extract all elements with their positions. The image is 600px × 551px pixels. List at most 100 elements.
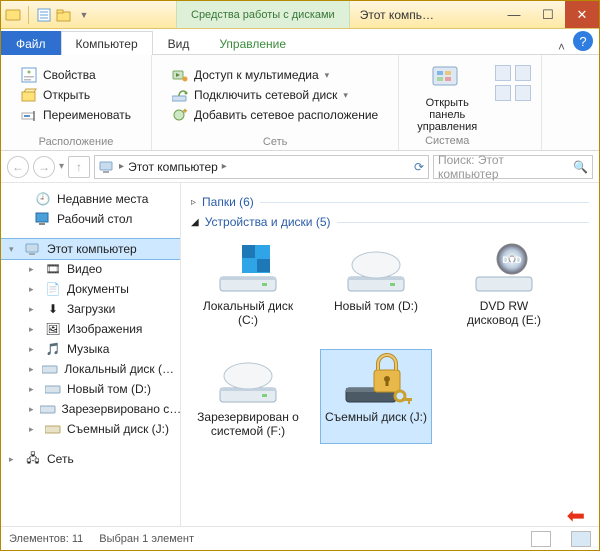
up-button[interactable]: ↑ xyxy=(68,156,90,178)
drive-label: Зарезервирован о системой (F:) xyxy=(197,410,299,439)
properties-icon[interactable] xyxy=(36,7,52,23)
nav-removable-j[interactable]: ▸ Съемный диск (J:) xyxy=(1,419,180,439)
expand-icon[interactable]: ▸ xyxy=(29,424,39,435)
group-devices[interactable]: ◢ Устройства и диски (5) xyxy=(191,215,589,229)
expand-icon[interactable]: ▸ xyxy=(29,404,34,415)
search-icon: 🔍 xyxy=(573,160,588,174)
expand-icon[interactable]: ▸ xyxy=(29,284,39,295)
properties-button[interactable]: Свойства xyxy=(19,65,133,85)
nav-videos[interactable]: ▸🎞 Видео xyxy=(1,259,180,279)
breadcrumb-thispc[interactable]: Этот компьютер ▸ xyxy=(128,160,227,174)
back-button[interactable]: ← xyxy=(7,156,29,178)
nav-new-vol-d[interactable]: ▸ Новый том (D:) xyxy=(1,379,180,399)
add-location-icon xyxy=(172,107,188,123)
map-drive-label: Подключить сетевой диск xyxy=(194,88,337,102)
nav-local-c[interactable]: ▸ Локальный диск (… xyxy=(1,359,180,379)
breadcrumb-label: Этот компьютер xyxy=(128,160,218,174)
nav-recent[interactable]: 🕘 Недавние места xyxy=(1,189,180,209)
help-button[interactable]: ? xyxy=(573,31,593,51)
minimize-button[interactable]: — xyxy=(497,1,531,28)
hdd-icon xyxy=(340,243,412,295)
drive-new-d[interactable]: Новый том (D:) xyxy=(321,239,431,332)
tab-file[interactable]: Файл xyxy=(1,31,61,55)
drive-label: Локальный диск (C:) xyxy=(197,299,299,328)
nav-downloads[interactable]: ▸⬇ Загрузки xyxy=(1,299,180,319)
breadcrumb-root[interactable]: ▸ xyxy=(119,161,124,172)
hdd-icon xyxy=(212,354,284,406)
recent-dropdown-icon[interactable]: ▾ xyxy=(59,161,64,172)
expand-icon[interactable]: ▾ xyxy=(9,244,19,255)
view-icons-button[interactable] xyxy=(571,531,591,547)
expand-icon[interactable]: ▸ xyxy=(29,364,36,375)
maximize-button[interactable]: ☐ xyxy=(531,1,565,28)
hdd-icon xyxy=(212,243,284,295)
map-drive-button[interactable]: Подключить сетевой диск ▾ xyxy=(170,85,380,105)
downloads-icon: ⬇ xyxy=(45,301,61,317)
expand-icon[interactable]: ▸ xyxy=(29,344,39,355)
qat-dropdown-icon[interactable]: ▼ xyxy=(76,7,92,23)
nav-reserved[interactable]: ▸ Зарезервировано с… xyxy=(1,399,180,419)
nav-documents[interactable]: ▸📄 Документы xyxy=(1,279,180,299)
expand-icon[interactable]: ▸ xyxy=(29,304,39,315)
drive-icon xyxy=(40,401,56,417)
search-input[interactable]: Поиск: Этот компьютер 🔍 xyxy=(433,155,593,179)
drive-local-c[interactable]: Локальный диск (C:) xyxy=(193,239,303,332)
nav-label: Съемный диск (J:) xyxy=(67,422,169,436)
refresh-icon[interactable]: ⟳ xyxy=(414,160,424,174)
new-folder-icon[interactable] xyxy=(56,7,72,23)
expand-icon: ◢ xyxy=(191,217,199,228)
expand-icon[interactable]: ▸ xyxy=(29,384,39,395)
address-bar[interactable]: ▸ Этот компьютер ▸ ⟳ xyxy=(94,155,429,179)
nav-network[interactable]: ▸🖧 Сеть xyxy=(1,449,180,469)
drive-reserved-f[interactable]: Зарезервирован о системой (F:) xyxy=(193,350,303,443)
pictures-icon: 🖼 xyxy=(45,321,61,337)
tab-computer[interactable]: Компьютер xyxy=(61,31,153,55)
expand-icon[interactable]: ▸ xyxy=(9,454,19,465)
media-access-button[interactable]: Доступ к мультимедиа ▾ xyxy=(170,65,380,85)
nav-pictures[interactable]: ▸🖼 Изображения xyxy=(1,319,180,339)
drive-icon xyxy=(42,361,58,377)
nav-label: Видео xyxy=(67,262,102,276)
close-button[interactable]: ✕ xyxy=(565,1,599,28)
nav-label: Новый том (D:) xyxy=(67,382,151,396)
nav-label: Сеть xyxy=(47,452,74,466)
pc-icon xyxy=(25,241,41,257)
control-panel-button[interactable]: Открыть панель управления xyxy=(407,63,487,133)
forward-button[interactable]: → xyxy=(33,156,55,178)
expand-icon[interactable]: ▸ xyxy=(29,324,39,335)
extra-icon[interactable] xyxy=(515,85,531,101)
content-pane: ▹ Папки (6) ◢ Устройства и диски (5) xyxy=(181,183,599,526)
expand-icon[interactable]: ▸ xyxy=(29,264,39,275)
control-panel-icon xyxy=(431,63,463,95)
desktop-icon xyxy=(35,211,51,227)
drives-grid: Локальный диск (C:) Новый том (D:) xyxy=(191,233,589,447)
rename-icon xyxy=(21,107,37,123)
ribbon-collapse-icon[interactable]: ˄ xyxy=(552,40,571,54)
tab-view[interactable]: Вид xyxy=(153,31,205,55)
contextual-tab-label: Средства работы с дисками xyxy=(176,1,350,28)
uninstall-icon[interactable] xyxy=(495,65,511,81)
tab-manage[interactable]: Управление xyxy=(204,31,301,55)
status-bar: Элементов: 11 Выбран 1 элемент xyxy=(1,526,599,550)
nav-label: Музыка xyxy=(67,342,109,356)
drive-removable-j[interactable]: Съемный диск (J:) xyxy=(321,350,431,443)
nav-this-pc[interactable]: ▾ Этот компьютер xyxy=(1,239,180,259)
add-net-location-button[interactable]: Добавить сетевое расположение xyxy=(170,105,380,125)
system-props-icon[interactable] xyxy=(515,65,531,81)
documents-icon: 📄 xyxy=(45,281,61,297)
rename-button[interactable]: Переименовать xyxy=(19,105,133,125)
dropdown-icon: ▾ xyxy=(325,70,330,81)
nav-music[interactable]: ▸🎵 Музыка xyxy=(1,339,180,359)
window-title: Этот компь… xyxy=(350,8,444,22)
drive-dvd-e[interactable]: DVD DVD RW дисковод (E:) xyxy=(449,239,559,332)
nav-desktop[interactable]: Рабочий стол xyxy=(1,209,180,229)
ribbon: Свойства Открыть Переименовать Расположе… xyxy=(1,55,599,151)
chevron-right-icon: ▸ xyxy=(222,161,227,172)
group-folders[interactable]: ▹ Папки (6) xyxy=(191,195,589,209)
nav-label: Этот компьютер xyxy=(47,242,137,256)
nav-label: Недавние места xyxy=(57,192,148,206)
view-details-button[interactable] xyxy=(531,531,551,547)
search-placeholder: Поиск: Этот компьютер xyxy=(438,153,565,181)
manage-icon[interactable] xyxy=(495,85,511,101)
open-button[interactable]: Открыть xyxy=(19,85,133,105)
